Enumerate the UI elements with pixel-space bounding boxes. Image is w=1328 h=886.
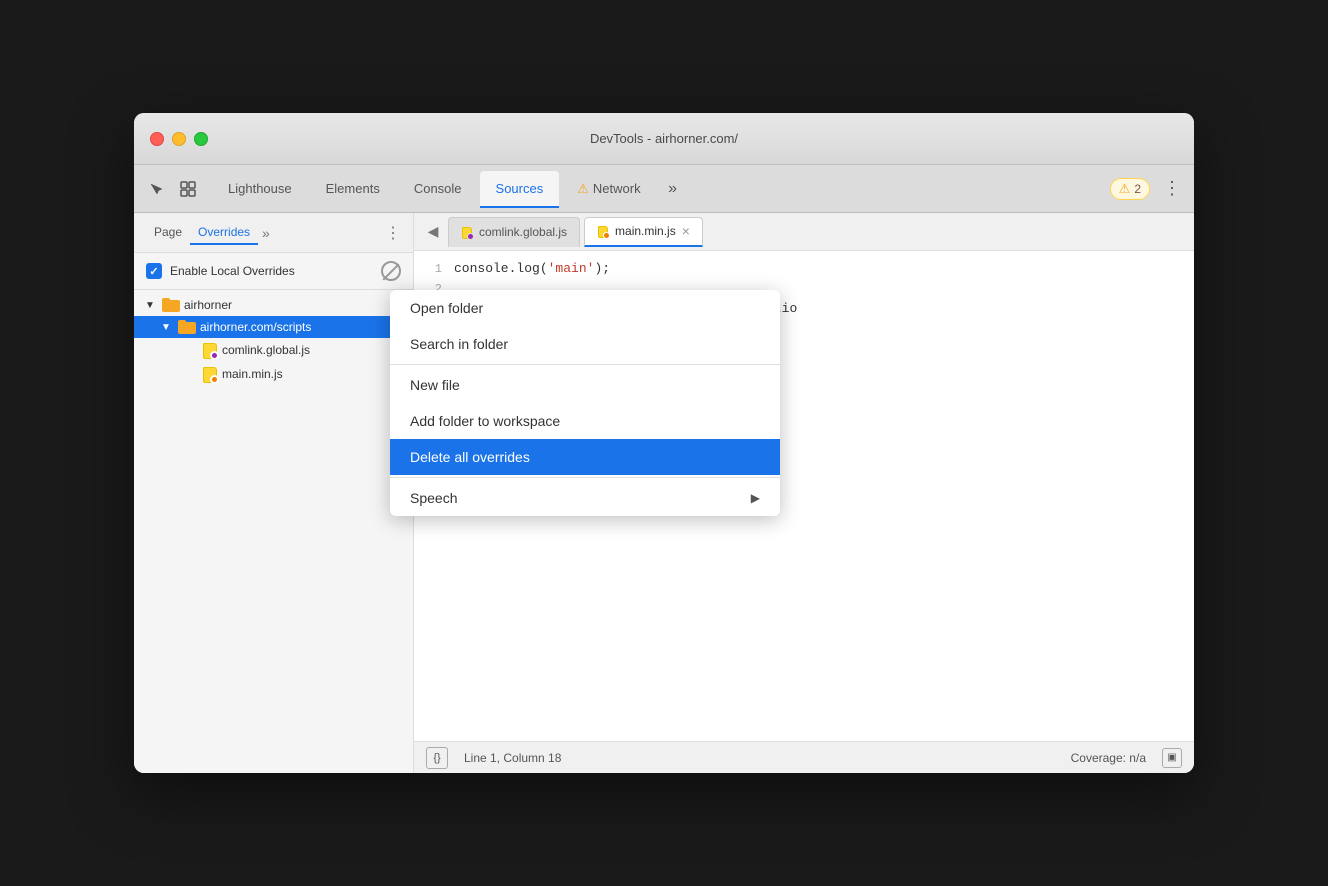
warning-badge[interactable]: ⚠ 2 xyxy=(1110,178,1150,200)
file-tab-icon-comlink xyxy=(461,225,473,239)
context-menu-add-folder[interactable]: Add folder to workspace xyxy=(390,403,780,439)
folder-icon-sub xyxy=(178,320,196,334)
coverage-icon[interactable]: ▣ xyxy=(1162,748,1182,768)
context-menu-speech[interactable]: Speech ▶ xyxy=(390,480,780,516)
folder-icon-root xyxy=(162,298,180,312)
context-menu-search-folder[interactable]: Search in folder xyxy=(390,326,780,362)
tree-arrow-root: ▼ xyxy=(142,297,158,313)
close-button[interactable] xyxy=(150,132,164,146)
context-menu-delete-overrides[interactable]: Delete all overrides xyxy=(390,439,780,475)
panel-options-button[interactable]: ⋮ xyxy=(385,223,401,243)
devtools-menu-button[interactable]: ⋮ xyxy=(1158,175,1186,203)
code-line-1: 1 console.log('main'); xyxy=(414,259,1194,279)
tab-bar: Lighthouse Elements Console Sources ⚠ Ne… xyxy=(134,165,1194,213)
nav-buttons xyxy=(142,175,202,203)
block-overrides-button[interactable] xyxy=(381,261,401,281)
cursor-position: Line 1, Column 18 xyxy=(464,751,561,765)
close-tab-main[interactable]: × xyxy=(682,224,690,238)
minimize-button[interactable] xyxy=(172,132,186,146)
left-panel: Page Overrides » ⋮ Enable Local Override… xyxy=(134,213,414,773)
format-button[interactable]: {} xyxy=(426,747,448,769)
context-menu-new-file[interactable]: New file xyxy=(390,367,780,403)
more-panel-tabs[interactable]: » xyxy=(262,225,270,241)
maximize-button[interactable] xyxy=(194,132,208,146)
tab-bar-right: ⚠ 2 ⋮ xyxy=(1110,175,1186,203)
inspect-icon[interactable] xyxy=(174,175,202,203)
speech-submenu-arrow: ▶ xyxy=(751,491,760,505)
tree-file-comlink[interactable]: comlink.global.js xyxy=(134,338,413,362)
file-icon-comlink xyxy=(202,341,218,359)
overrides-label: Enable Local Overrides xyxy=(170,264,373,278)
panel-tabs: Page Overrides » ⋮ xyxy=(134,213,413,253)
tab-network[interactable]: ⚠ Network xyxy=(561,171,656,207)
tab-sources[interactable]: Sources xyxy=(480,171,560,207)
cursor-icon[interactable] xyxy=(142,175,170,203)
tab-console[interactable]: Console xyxy=(398,171,478,207)
context-menu-open-folder[interactable]: Open folder xyxy=(390,290,780,326)
tree-subfolder[interactable]: ▼ airhorner.com/scripts xyxy=(134,316,413,338)
badge-warning-icon: ⚠ xyxy=(1119,181,1131,197)
editor-tabs: ◀ comlink.global.js main.min.js × xyxy=(414,213,1194,251)
window-title: DevTools - airhorner.com/ xyxy=(590,131,738,146)
editor-tab-main[interactable]: main.min.js × xyxy=(584,217,703,247)
file-tab-icon-main xyxy=(597,224,609,238)
title-bar: DevTools - airhorner.com/ xyxy=(134,113,1194,165)
tab-elements[interactable]: Elements xyxy=(310,171,396,207)
tree-arrow-sub: ▼ xyxy=(158,319,174,335)
editor-back-button[interactable]: ◀ xyxy=(422,221,444,243)
coverage-status: Coverage: n/a xyxy=(1071,751,1146,765)
tree-file-main[interactable]: main.min.js xyxy=(134,362,413,386)
file-tree: ▼ airhorner ▼ airhorner.com/scripts xyxy=(134,290,413,773)
file-icon-main xyxy=(202,365,218,383)
context-menu: Open folder Search in folder New file Ad… xyxy=(390,290,780,516)
traffic-lights xyxy=(150,132,208,146)
tab-lighthouse[interactable]: Lighthouse xyxy=(212,171,308,207)
context-menu-sep2 xyxy=(390,477,780,478)
network-warning-icon: ⚠ xyxy=(577,181,589,197)
tree-root-folder[interactable]: ▼ airhorner xyxy=(134,294,413,316)
status-bar: {} Line 1, Column 18 Coverage: n/a ▣ xyxy=(414,741,1194,773)
context-menu-sep1 xyxy=(390,364,780,365)
tab-overrides[interactable]: Overrides xyxy=(190,221,258,245)
editor-tab-comlink[interactable]: comlink.global.js xyxy=(448,217,580,247)
enable-overrides-checkbox[interactable] xyxy=(146,263,162,279)
status-right: Coverage: n/a ▣ xyxy=(1071,748,1182,768)
tab-page[interactable]: Page xyxy=(146,221,190,245)
more-tabs-button[interactable]: » xyxy=(659,175,687,203)
overrides-toolbar: Enable Local Overrides xyxy=(134,253,413,290)
